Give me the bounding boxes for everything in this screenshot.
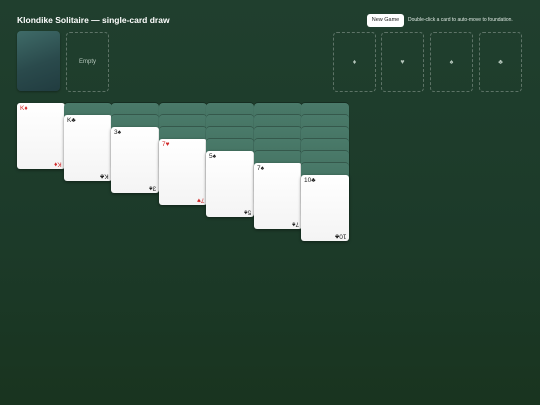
- card-rank-bottom: 7♥: [196, 196, 204, 203]
- face-up-card[interactable]: 10♣ 10♣: [301, 175, 349, 241]
- waste-empty-label: Empty: [78, 59, 96, 65]
- face-up-card[interactable]: K♣ K♣: [64, 115, 112, 181]
- club-icon: ♣: [498, 58, 503, 66]
- foundation-spades[interactable]: ♠: [430, 32, 473, 92]
- waste-pile[interactable]: Empty: [66, 32, 109, 92]
- card-rank-top: 10♣: [304, 177, 316, 184]
- new-game-button[interactable]: New Game: [367, 14, 404, 27]
- card-rank-bottom: 7♠: [291, 220, 299, 227]
- card-rank-top: 3♠: [114, 129, 122, 136]
- hint-text: Double-click a card to auto-move to foun…: [408, 17, 513, 23]
- face-up-card[interactable]: 7♠ 7♠: [254, 163, 302, 229]
- card-rank-top: 7♠: [257, 165, 265, 172]
- heart-icon: ♥: [400, 58, 405, 66]
- card-rank-bottom: 5♠: [243, 208, 251, 215]
- face-up-card[interactable]: K♦ K♦: [17, 103, 65, 169]
- card-rank-bottom: 3♠: [148, 184, 156, 191]
- card-rank-top: 5♠: [209, 153, 217, 160]
- foundation-hearts[interactable]: ♥: [381, 32, 424, 92]
- card-rank-bottom: 10♣: [334, 232, 347, 239]
- header: Klondike Solitaire — single-card draw Ne…: [17, 14, 523, 28]
- card-rank-top: 7♥: [162, 141, 170, 148]
- diamond-icon: ♦: [352, 58, 357, 66]
- foundation-diamonds[interactable]: ♦: [333, 32, 376, 92]
- face-up-card[interactable]: 5♠ 5♠: [206, 151, 254, 217]
- card-rank-top: K♣: [67, 117, 76, 124]
- stock-pile[interactable]: [17, 31, 60, 91]
- foundation-clubs[interactable]: ♣: [479, 32, 522, 92]
- spade-icon: ♠: [449, 58, 454, 66]
- card-rank-bottom: K♣: [100, 172, 109, 179]
- face-up-card[interactable]: 7♥ 7♥: [159, 139, 207, 205]
- game-title: Klondike Solitaire — single-card draw: [17, 15, 170, 25]
- card-rank-top: K♦: [20, 105, 28, 112]
- card-rank-bottom: K♦: [54, 160, 62, 167]
- face-up-card[interactable]: 3♠ 3♠: [111, 127, 159, 193]
